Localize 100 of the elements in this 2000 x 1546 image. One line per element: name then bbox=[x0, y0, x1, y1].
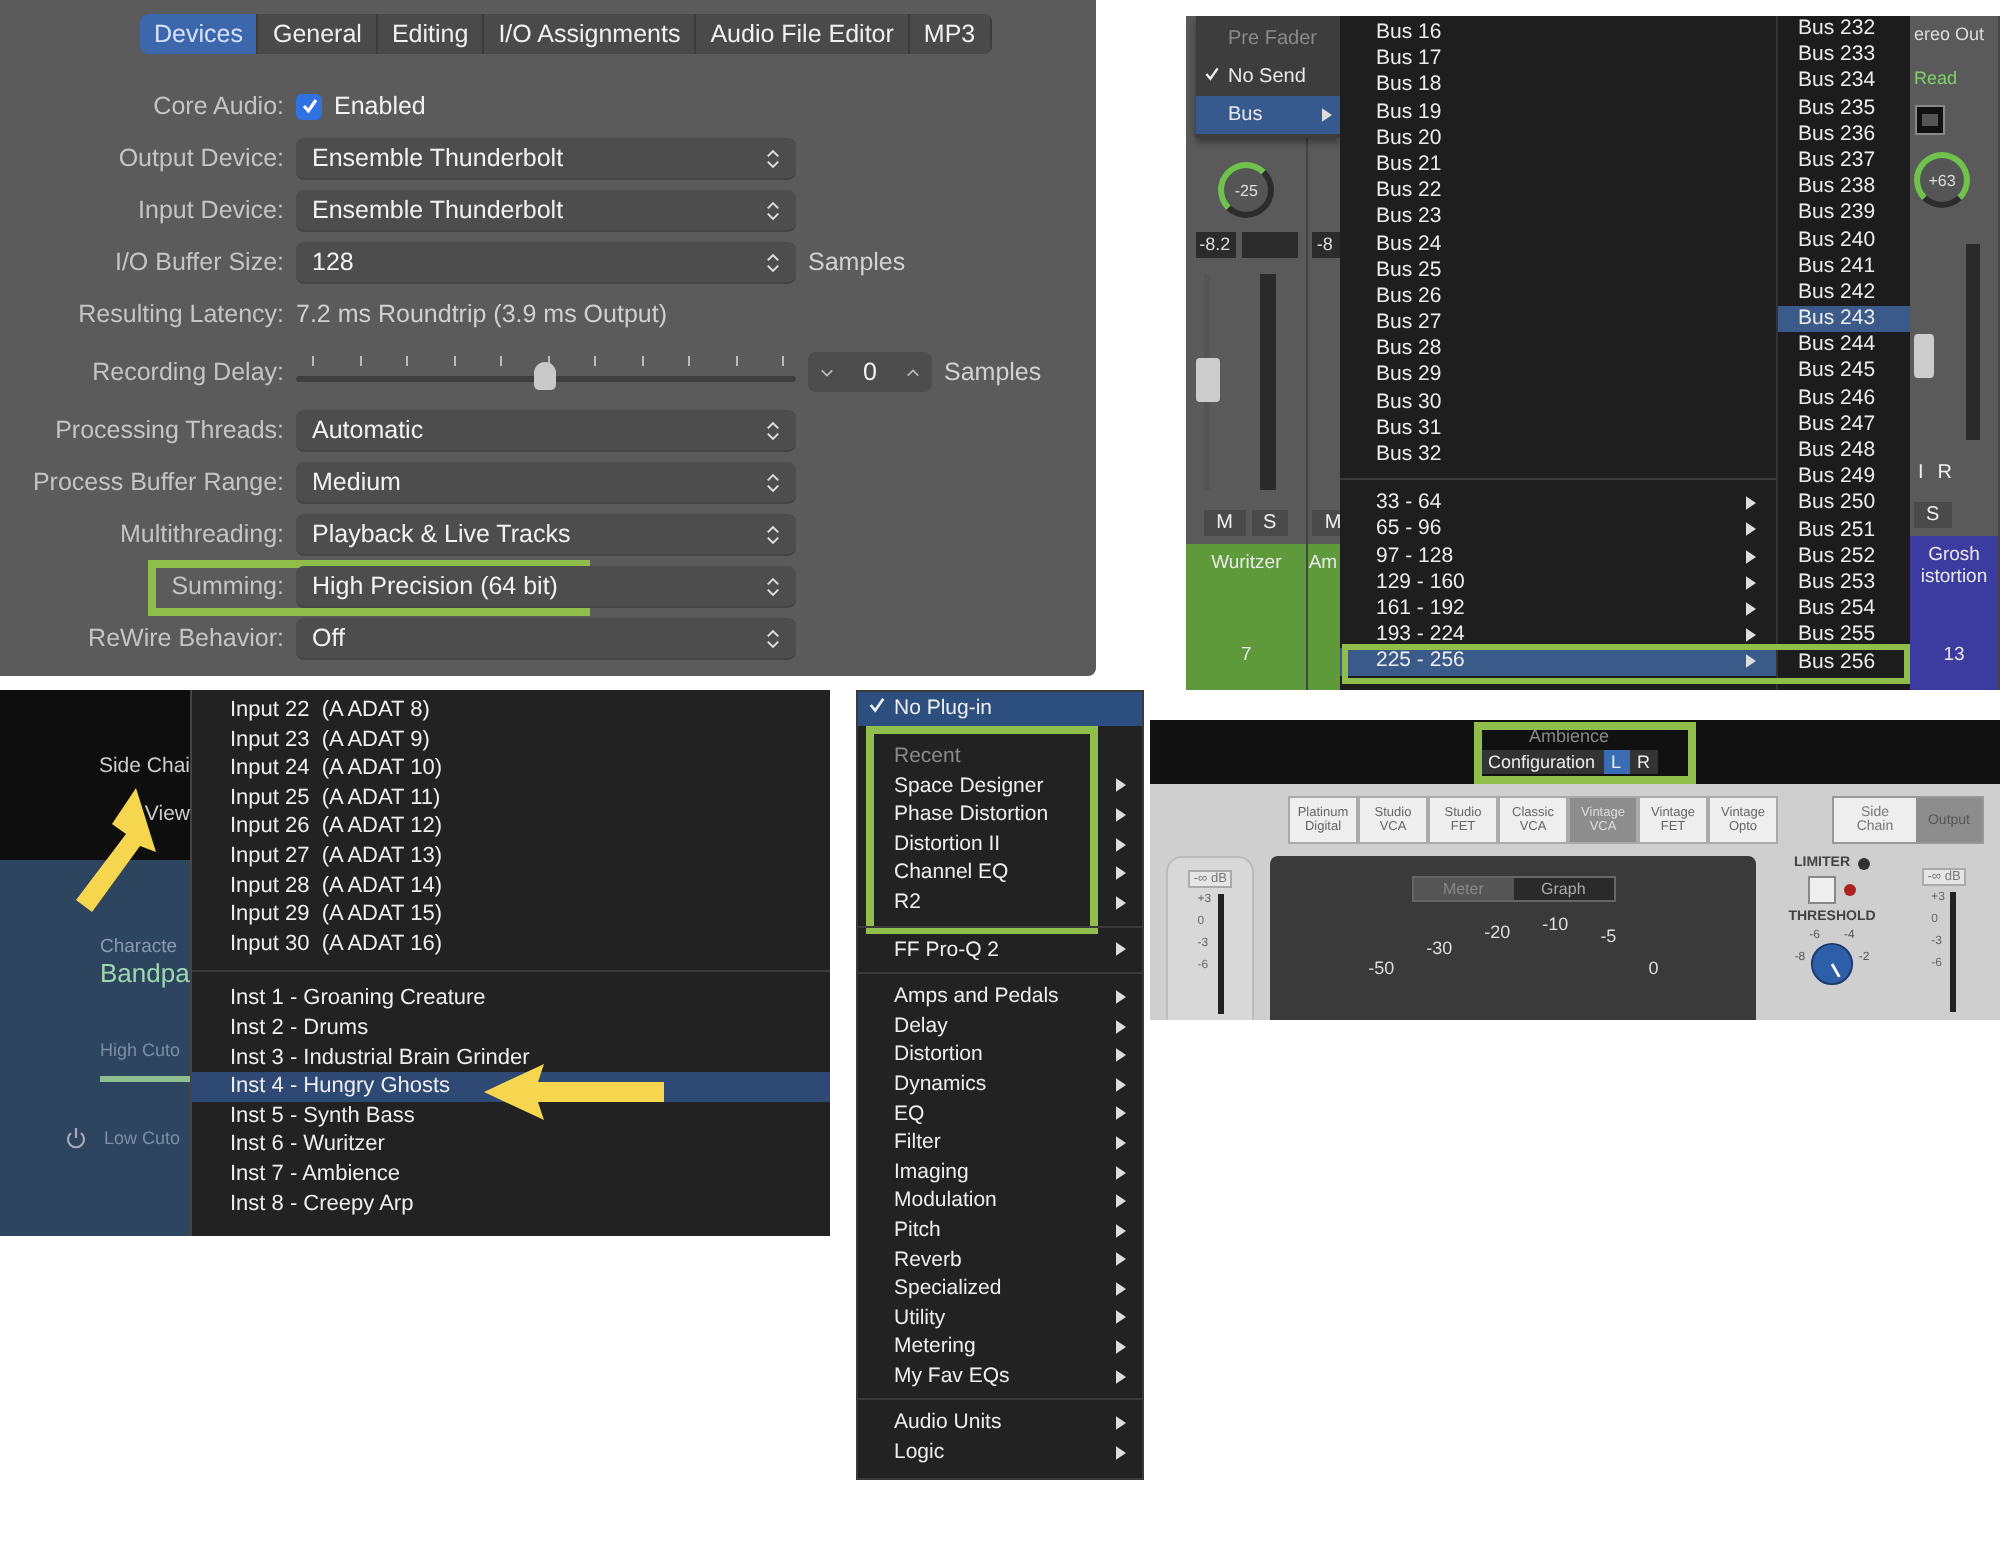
menu-item[interactable]: Bus 252 bbox=[1778, 543, 1910, 570]
menu-item[interactable]: Space Designer bbox=[858, 771, 1142, 801]
dropdown[interactable]: Medium bbox=[296, 462, 796, 502]
menu-item[interactable]: Bus 28 bbox=[1340, 336, 1776, 363]
delay-slider[interactable] bbox=[296, 350, 796, 394]
menu-item[interactable]: Inst 8 - Creepy Arp bbox=[192, 1189, 830, 1219]
dropdown[interactable]: Automatic bbox=[296, 410, 796, 450]
menu-item[interactable]: Bus 19 bbox=[1340, 99, 1776, 126]
mute-button[interactable]: M bbox=[1204, 510, 1245, 536]
menu-item[interactable]: Bus 239 bbox=[1778, 200, 1910, 227]
menu-item[interactable]: Bus bbox=[1196, 96, 1340, 134]
menu-item[interactable]: Bus 236 bbox=[1778, 121, 1910, 148]
menu-item[interactable]: Imaging bbox=[858, 1157, 1142, 1187]
menu-item[interactable]: Bus 235 bbox=[1778, 95, 1910, 122]
plugin-slot-icon[interactable] bbox=[1914, 104, 1946, 136]
menu-item[interactable]: Bus 247 bbox=[1778, 411, 1910, 438]
menu-item[interactable]: No Plug-in bbox=[858, 692, 1142, 726]
menu-item[interactable]: Bus 241 bbox=[1778, 253, 1910, 280]
menu-item[interactable]: Amps and Pedals bbox=[858, 982, 1142, 1012]
menu-item[interactable]: Inst 3 - Industrial Brain Grinder bbox=[192, 1043, 830, 1073]
tab[interactable]: Editing bbox=[377, 14, 485, 54]
menu-item[interactable]: Bus 23 bbox=[1340, 204, 1776, 231]
menu-item[interactable]: Inst 1 - Groaning Creature bbox=[192, 984, 830, 1014]
power-icon[interactable] bbox=[64, 1126, 88, 1150]
menu-item[interactable]: Bus 238 bbox=[1778, 174, 1910, 201]
menu-item[interactable]: Bus 254 bbox=[1778, 596, 1910, 623]
menu-item[interactable]: Bus 21 bbox=[1340, 151, 1776, 179]
menu-item[interactable]: Logic bbox=[858, 1438, 1142, 1468]
menu-item[interactable]: Input 25 (A ADAT 11) bbox=[192, 783, 830, 813]
menu-item[interactable]: Bus 32 bbox=[1340, 442, 1776, 469]
menu-item[interactable]: Distortion bbox=[858, 1040, 1142, 1070]
menu-item[interactable]: Modulation bbox=[858, 1186, 1142, 1216]
menu-item[interactable]: Bus 243 bbox=[1778, 306, 1910, 333]
dropdown[interactable]: High Precision (64 bit) bbox=[296, 566, 796, 606]
menu-item[interactable]: Input 30 (A ADAT 16) bbox=[192, 929, 830, 959]
menu-item[interactable]: Bus 240 bbox=[1778, 227, 1910, 254]
solo-button[interactable]: S bbox=[1914, 502, 1952, 528]
menu-item[interactable]: R2 bbox=[858, 887, 1142, 918]
menu-item[interactable]: Input 22 (A ADAT 8) bbox=[192, 696, 830, 726]
channel-button[interactable]: L bbox=[1603, 750, 1630, 774]
solo-button[interactable]: S bbox=[1251, 510, 1289, 536]
limiter-toggle[interactable] bbox=[1808, 876, 1836, 904]
menu-item[interactable]: Input 29 (A ADAT 15) bbox=[192, 900, 830, 930]
menu-item[interactable]: Inst 6 - Wuritzer bbox=[192, 1130, 830, 1160]
checkbox[interactable] bbox=[296, 93, 322, 119]
high-cut-slider[interactable] bbox=[100, 1076, 190, 1082]
chevron-down-icon[interactable] bbox=[820, 367, 834, 377]
menu-item[interactable]: Channel EQ bbox=[858, 858, 1142, 888]
tab[interactable]: General bbox=[258, 14, 378, 54]
menu-item[interactable]: Bus 18 bbox=[1340, 72, 1776, 100]
menu-item[interactable]: Bus 16 bbox=[1340, 20, 1776, 47]
menu-item[interactable]: Bus 26 bbox=[1340, 283, 1776, 311]
menu-item[interactable]: Bus 237 bbox=[1778, 147, 1910, 175]
menu-item[interactable]: Bus 242 bbox=[1778, 279, 1910, 307]
menu-item[interactable]: Pitch bbox=[858, 1215, 1142, 1245]
menu-item[interactable]: Distortion II bbox=[858, 829, 1142, 859]
menu-item[interactable]: Audio Units bbox=[858, 1408, 1142, 1439]
menu-item[interactable]: Bus 245 bbox=[1778, 358, 1910, 386]
menu-item[interactable]: Bus 244 bbox=[1778, 332, 1910, 359]
menu-item[interactable]: Inst 5 - Synth Bass bbox=[192, 1101, 830, 1131]
menu-item[interactable]: Bus 256 bbox=[1778, 649, 1910, 676]
menu-item[interactable]: Inst 2 - Drums bbox=[192, 1013, 830, 1044]
menu-item[interactable]: Bus 246 bbox=[1778, 385, 1910, 412]
stepper-field[interactable]: 0 bbox=[808, 352, 932, 392]
menu-item[interactable]: Bus 22 bbox=[1340, 178, 1776, 205]
menu-item[interactable]: Bus 255 bbox=[1778, 622, 1910, 649]
menu-item[interactable]: Input 24 (A ADAT 10) bbox=[192, 754, 830, 784]
menu-item[interactable]: Input 26 (A ADAT 12) bbox=[192, 812, 830, 842]
automation-mode[interactable]: Read bbox=[1914, 68, 1958, 88]
dropdown[interactable]: Ensemble Thunderbolt bbox=[296, 138, 796, 178]
menu-item[interactable]: Bus 17 bbox=[1340, 46, 1776, 73]
menu-item[interactable]: Metering bbox=[858, 1332, 1142, 1362]
channel-button[interactable]: R bbox=[1629, 750, 1659, 774]
menu-item[interactable]: Bus 251 bbox=[1778, 517, 1910, 544]
dropdown[interactable]: Off bbox=[296, 618, 796, 658]
record-button[interactable]: R bbox=[1933, 460, 1957, 486]
menu-item[interactable]: Specialized bbox=[858, 1274, 1142, 1304]
menu-item[interactable]: Bus 253 bbox=[1778, 569, 1910, 597]
menu-item[interactable]: Input 28 (A ADAT 14) bbox=[192, 871, 830, 901]
tab[interactable]: Audio File Editor bbox=[696, 14, 910, 54]
menu-item[interactable]: FF Pro-Q 2 bbox=[858, 935, 1142, 965]
menu-item[interactable]: Bus 233 bbox=[1778, 42, 1910, 69]
menu-item[interactable]: Bus 29 bbox=[1340, 362, 1776, 390]
chevron-up-icon[interactable] bbox=[905, 367, 920, 377]
menu-item[interactable]: Bus 249 bbox=[1778, 464, 1910, 491]
menu-item[interactable]: No Send bbox=[1196, 58, 1340, 96]
menu-item[interactable]: 129 - 160 bbox=[1340, 569, 1776, 596]
menu-item[interactable]: Bus 248 bbox=[1778, 438, 1910, 465]
dropdown[interactable]: Ensemble Thunderbolt bbox=[296, 190, 796, 230]
menu-item[interactable]: 97 - 128 bbox=[1340, 543, 1776, 570]
menu-item[interactable]: Bus 25 bbox=[1340, 257, 1776, 284]
menu-item[interactable]: Bus 20 bbox=[1340, 125, 1776, 152]
dropdown[interactable]: 128 bbox=[296, 242, 796, 282]
view-tab[interactable]: Graph bbox=[1513, 878, 1614, 900]
tab[interactable]: Devices bbox=[140, 14, 259, 54]
tab[interactable]: MP3 bbox=[909, 14, 992, 54]
menu-item[interactable]: Inst 7 - Ambience bbox=[192, 1159, 830, 1189]
dropdown[interactable]: Playback & Live Tracks bbox=[296, 514, 796, 554]
threshold-knob[interactable] bbox=[1810, 942, 1854, 986]
menu-item[interactable]: EQ bbox=[858, 1099, 1142, 1129]
